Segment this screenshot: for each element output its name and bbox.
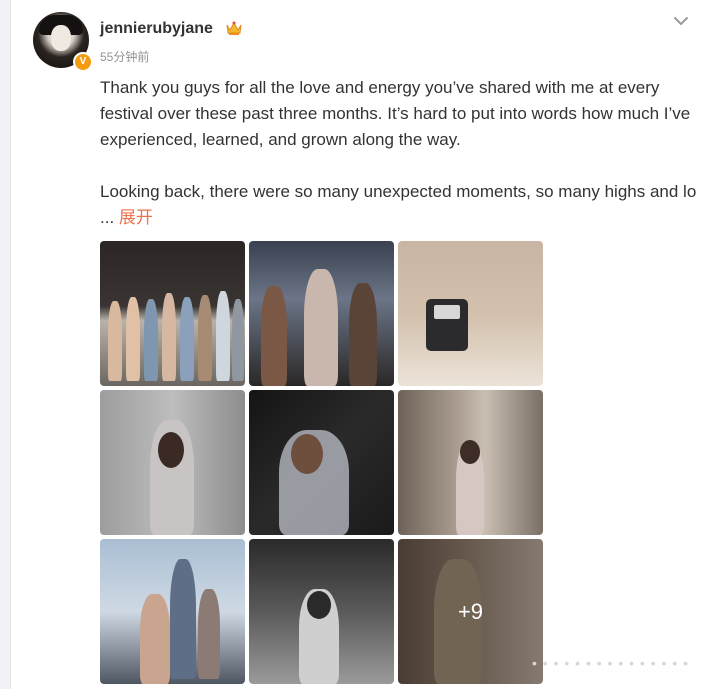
photo-thumbnail-8[interactable] bbox=[249, 539, 394, 684]
photo-thumbnail-1[interactable] bbox=[100, 241, 245, 386]
photo-thumbnail-9[interactable]: +9 bbox=[398, 539, 543, 684]
photo-thumbnail-3[interactable] bbox=[398, 241, 543, 386]
crown-icon bbox=[226, 21, 242, 35]
ellipsis: ... bbox=[100, 208, 115, 227]
photo-grid: +9 bbox=[100, 241, 544, 685]
photo-thumbnail-4[interactable] bbox=[100, 390, 245, 535]
post-text: Thank you guys for all the love and ener… bbox=[100, 75, 700, 231]
photo-thumbnail-6[interactable] bbox=[398, 390, 543, 535]
weibo-post-card: V jennierubyjane 55分钟前 Thank you guys fo… bbox=[10, 0, 711, 689]
post-timestamp[interactable]: 55分钟前 bbox=[100, 48, 149, 65]
photo-thumbnail-2[interactable] bbox=[249, 241, 394, 386]
more-photos-count[interactable]: +9 bbox=[398, 539, 543, 684]
photo-thumbnail-5[interactable] bbox=[249, 390, 394, 535]
verified-icon: V bbox=[73, 52, 93, 72]
photo-thumbnail-7[interactable] bbox=[100, 539, 245, 684]
post-text-paragraph-2: Looking back, there were so many unexpec… bbox=[100, 179, 700, 231]
post-text-paragraph-1: Thank you guys for all the love and ener… bbox=[100, 78, 691, 149]
avatar-face bbox=[51, 25, 71, 51]
username-link[interactable]: jennierubyjane bbox=[100, 20, 213, 38]
chevron-down-icon[interactable] bbox=[672, 14, 690, 28]
watermark-dots: • • • • • • • • • • • • • • • bbox=[532, 655, 689, 671]
post-text-truncated: Looking back, there were so many unexpec… bbox=[100, 182, 697, 201]
expand-link[interactable]: 展开 bbox=[119, 208, 153, 227]
